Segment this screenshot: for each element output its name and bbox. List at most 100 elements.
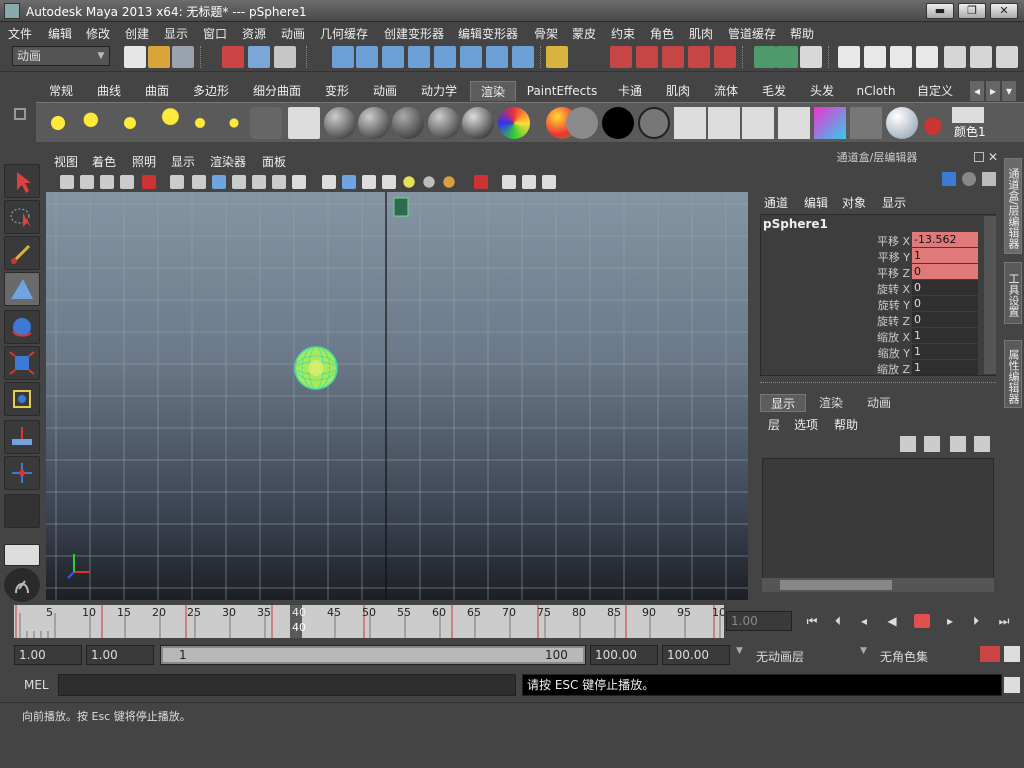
xray-icon[interactable]	[502, 175, 516, 189]
isolate-select-icon[interactable]	[474, 175, 488, 189]
cb-menu-object[interactable]: 对象	[842, 194, 866, 211]
menu-skeleton[interactable]: 骨架	[534, 25, 558, 42]
viewport-menu-show[interactable]: 显示	[171, 153, 195, 170]
channel-box-options-icon[interactable]	[982, 172, 996, 186]
cb-menu-show[interactable]: 显示	[882, 194, 906, 211]
phonge-material-icon[interactable]	[462, 107, 494, 139]
attr-rotate-y-field[interactable]: 0	[912, 296, 978, 311]
chevron-down-icon[interactable]: ▼	[736, 646, 743, 656]
quick-layout-icon[interactable]	[4, 568, 40, 602]
select-camera-icon[interactable]	[60, 175, 74, 189]
soft-modification-tool-icon[interactable]	[4, 420, 40, 454]
layered-shader-icon[interactable]	[498, 107, 530, 139]
animation-layer-selector[interactable]: 无动画层	[756, 648, 804, 665]
cb-menu-edit[interactable]: 编辑	[804, 194, 828, 211]
maya-app-icon[interactable]	[4, 3, 20, 19]
vtab-attribute-editor[interactable]: 属性编辑器	[1004, 340, 1022, 408]
resolution-gate-icon[interactable]	[212, 175, 226, 189]
attr-scale-z-field[interactable]: 1	[912, 360, 978, 375]
animation-start-field[interactable]: 1.00	[14, 645, 82, 665]
shelf-tab-general[interactable]: 常规	[40, 81, 82, 101]
playback-start-field[interactable]: 1.00	[86, 645, 154, 665]
magnet-surface-icon[interactable]	[688, 46, 710, 68]
rotate-tool-icon[interactable]	[4, 310, 40, 344]
color-swatch-icon[interactable]	[952, 107, 984, 123]
volume-light-icon[interactable]	[218, 107, 250, 139]
phong-material-icon[interactable]	[428, 107, 460, 139]
show-manipulator-icon[interactable]	[4, 456, 40, 490]
attr-scale-x-field[interactable]: 1	[912, 328, 978, 343]
attr-translate-x-field[interactable]: -13.562	[912, 232, 978, 247]
panel-layout-icon[interactable]	[996, 46, 1018, 68]
viewport-menu-renderer[interactable]: 渲染器	[210, 153, 246, 170]
texture-icon[interactable]	[814, 107, 846, 139]
layer-tab-render[interactable]: 渲染	[808, 394, 854, 412]
render-icon[interactable]	[674, 107, 706, 139]
viewport-menu-view[interactable]: 视图	[54, 153, 78, 170]
time-slider[interactable]: 5 10 15 20 25 30 35 40 45 50 55 60 65 70…	[14, 605, 726, 638]
anisotropic-material-icon[interactable]	[324, 107, 356, 139]
viewport-menu-panels[interactable]: 面板	[262, 153, 286, 170]
wireframe-on-shaded-icon[interactable]	[362, 175, 376, 189]
step-back-key-button[interactable]: ◂	[856, 614, 872, 628]
film-gate-icon[interactable]	[192, 175, 206, 189]
history-output-icon[interactable]	[486, 46, 508, 68]
spot-light-icon[interactable]	[148, 107, 180, 139]
surface-shader-icon[interactable]	[566, 107, 598, 139]
shelf-tab-hair[interactable]: 头发	[800, 81, 844, 101]
menu-window[interactable]: 窗口	[203, 25, 227, 42]
batch-render-icon[interactable]	[742, 107, 774, 139]
attr-rotate-z-field[interactable]: 0	[912, 312, 978, 327]
image-plane-icon[interactable]	[120, 175, 134, 189]
menu-pipeline-cache[interactable]: 管道缓存	[728, 25, 776, 42]
save-scene-icon[interactable]	[172, 46, 194, 68]
move-tool-icon[interactable]	[4, 272, 40, 306]
menu-character[interactable]: 角色	[650, 25, 674, 42]
shelf-tab-curves[interactable]: 曲线	[88, 81, 130, 101]
shelf-tab-polygons[interactable]: 多边形	[184, 81, 238, 101]
attr-rotate-x-field[interactable]: 0	[912, 280, 978, 295]
area-light-icon[interactable]	[184, 107, 216, 139]
menu-muscle[interactable]: 肌肉	[689, 25, 713, 42]
new-layer-icon[interactable]	[950, 436, 966, 452]
shelf-tab-dynamics[interactable]: 动力学	[412, 81, 466, 101]
menu-create[interactable]: 创建	[125, 25, 149, 42]
field-chart-icon[interactable]	[252, 175, 266, 189]
channel-box-toggle-icon[interactable]	[916, 46, 938, 68]
select-object-icon[interactable]	[248, 46, 270, 68]
step-back-frame-button[interactable]: ⏴	[830, 614, 846, 628]
delete-render-icon[interactable]	[850, 107, 882, 139]
vtab-tool-settings[interactable]: 工具设置	[1004, 262, 1022, 324]
magnet-curve-icon[interactable]	[636, 46, 658, 68]
point-light-icon[interactable]	[114, 107, 146, 139]
shelf-tab-ncloth[interactable]: nCloth	[850, 81, 902, 101]
step-forward-frame-button[interactable]: ⏵	[968, 614, 984, 628]
menu-set-selector[interactable]: 动画 ▼	[12, 46, 110, 66]
camera-icon[interactable]	[250, 107, 282, 139]
shading-group-icon[interactable]	[638, 107, 670, 139]
bookmarks-icon[interactable]	[100, 175, 114, 189]
command-input[interactable]	[58, 674, 516, 696]
layer-menu-help[interactable]: 帮助	[834, 416, 858, 433]
menu-display[interactable]: 显示	[164, 25, 188, 42]
attribute-editor-toggle-icon[interactable]	[864, 46, 886, 68]
menu-help[interactable]: 帮助	[790, 25, 814, 42]
lock-icon[interactable]	[546, 46, 568, 68]
script-editor-icon[interactable]	[1004, 677, 1020, 693]
range-slider[interactable]: 1 100	[160, 645, 586, 665]
shelf-tab-muscle[interactable]: 肌肉	[656, 81, 700, 101]
new-scene-icon[interactable]	[124, 46, 146, 68]
menu-geometry-cache[interactable]: 几何缓存	[320, 25, 368, 42]
shelf-tab-custom[interactable]: 自定义	[908, 81, 962, 101]
last-tool-used-slot[interactable]	[4, 494, 40, 528]
directional-light-icon[interactable]	[78, 107, 110, 139]
current-time-field[interactable]: 1.00	[726, 611, 792, 631]
menu-modify[interactable]: 修改	[86, 25, 110, 42]
minimize-button[interactable]: ▬	[926, 3, 954, 19]
animation-end-field[interactable]: 100.00	[662, 645, 730, 665]
ipr-render-icon[interactable]	[776, 46, 798, 68]
character-set-selector[interactable]: 无角色集	[880, 648, 928, 665]
menu-skin[interactable]: 蒙皮	[572, 25, 596, 42]
attr-translate-z-field[interactable]: 0	[912, 264, 978, 279]
cb-menu-channels[interactable]: 通道	[764, 194, 788, 211]
